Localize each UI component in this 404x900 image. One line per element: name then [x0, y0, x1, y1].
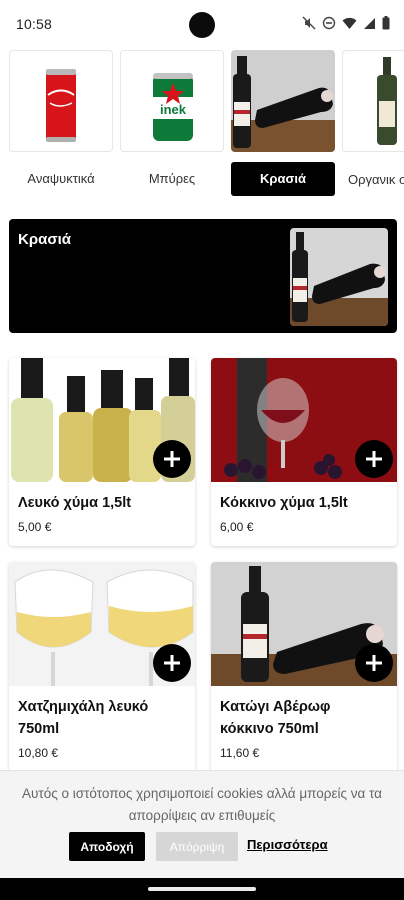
plus-icon [366, 451, 382, 467]
cookie-consent-bar: Αυτός ο ιστότοπος χρησιμοποιεί cookies α… [0, 770, 404, 882]
product-name: Κόκκινο χύμα 1,5lt [220, 495, 348, 511]
plus-icon [366, 655, 382, 671]
banner-title: Κρασιά [18, 231, 71, 248]
product-name: Λευκό χύμα 1,5lt [18, 495, 132, 511]
beer-can-image: inek [120, 50, 224, 152]
dnd-icon [322, 16, 336, 30]
system-navigation-bar [0, 878, 404, 900]
category-label: Αναψυκτικά [27, 171, 95, 186]
home-indicator[interactable] [148, 887, 256, 891]
more-info-link[interactable]: Περισσότερα [247, 837, 328, 852]
product-price: 6,00 € [220, 520, 254, 534]
plus-icon [164, 451, 180, 467]
white-wine-bottles-image [9, 358, 195, 482]
accept-cookies-button[interactable]: Αποδοχή [69, 832, 145, 861]
status-time: 10:58 [16, 16, 53, 32]
status-icons [302, 16, 390, 30]
wifi-icon [342, 17, 357, 29]
category-label: Μπύρες [148, 171, 196, 186]
reject-cookies-button[interactable]: Απόρριψη [156, 832, 238, 861]
product-card[interactable]: Χατζημιχάλη λευκό 750ml 10,80 € [9, 562, 195, 772]
product-card[interactable]: Κατώγι Αβέρωφ κόκκινο 750ml 11,60 € [211, 562, 397, 772]
product-name: Κατώγι Αβέρωφ κόκκινο 750ml [220, 699, 331, 737]
category-label: Οργανικ σιά Λή [348, 172, 404, 187]
cola-can-image [9, 50, 113, 152]
red-wine-bottle-image [211, 562, 397, 686]
white-wine-glasses-image [9, 562, 195, 686]
banner-image [290, 228, 388, 326]
wine-bottle-image [231, 50, 335, 152]
mute-icon [302, 16, 316, 30]
add-to-cart-button[interactable] [355, 440, 393, 478]
add-to-cart-button[interactable] [153, 440, 191, 478]
signal-icon [364, 17, 375, 29]
svg-text:inek: inek [160, 102, 187, 117]
category-beers[interactable]: inek Μπύρες [120, 48, 224, 206]
category-banner: Κρασιά [9, 219, 397, 333]
category-strip[interactable]: Αναψυκτικά inek Μπύρες Κρασιά Οργανικ σ [0, 48, 404, 210]
product-name: Χατζημιχάλη λευκό 750ml [18, 699, 149, 737]
cookie-message: Αυτός ο ιστότοπος χρησιμοποιεί cookies α… [22, 786, 382, 823]
category-label: Κρασιά [231, 162, 335, 196]
plus-icon [164, 655, 180, 671]
category-organic[interactable]: Οργανικ σιά Λή [342, 48, 404, 206]
category-soft-drinks[interactable]: Αναψυκτικά [9, 48, 113, 206]
red-wine-glass-image [211, 358, 397, 482]
battery-icon [382, 16, 390, 30]
product-card[interactable]: Λευκό χύμα 1,5lt 5,00 € [9, 358, 195, 546]
category-wines[interactable]: Κρασιά [231, 48, 335, 206]
add-to-cart-button[interactable] [153, 644, 191, 682]
status-bar: 10:58 [0, 0, 404, 48]
product-price: 11,60 € [220, 746, 260, 760]
product-price: 5,00 € [18, 520, 52, 534]
product-card[interactable]: Κόκκινο χύμα 1,5lt 6,00 € [211, 358, 397, 546]
product-price: 10,80 € [18, 746, 59, 760]
add-to-cart-button[interactable] [355, 644, 393, 682]
olive-oil-bottle-image [342, 50, 404, 152]
camera-cutout [189, 12, 215, 38]
